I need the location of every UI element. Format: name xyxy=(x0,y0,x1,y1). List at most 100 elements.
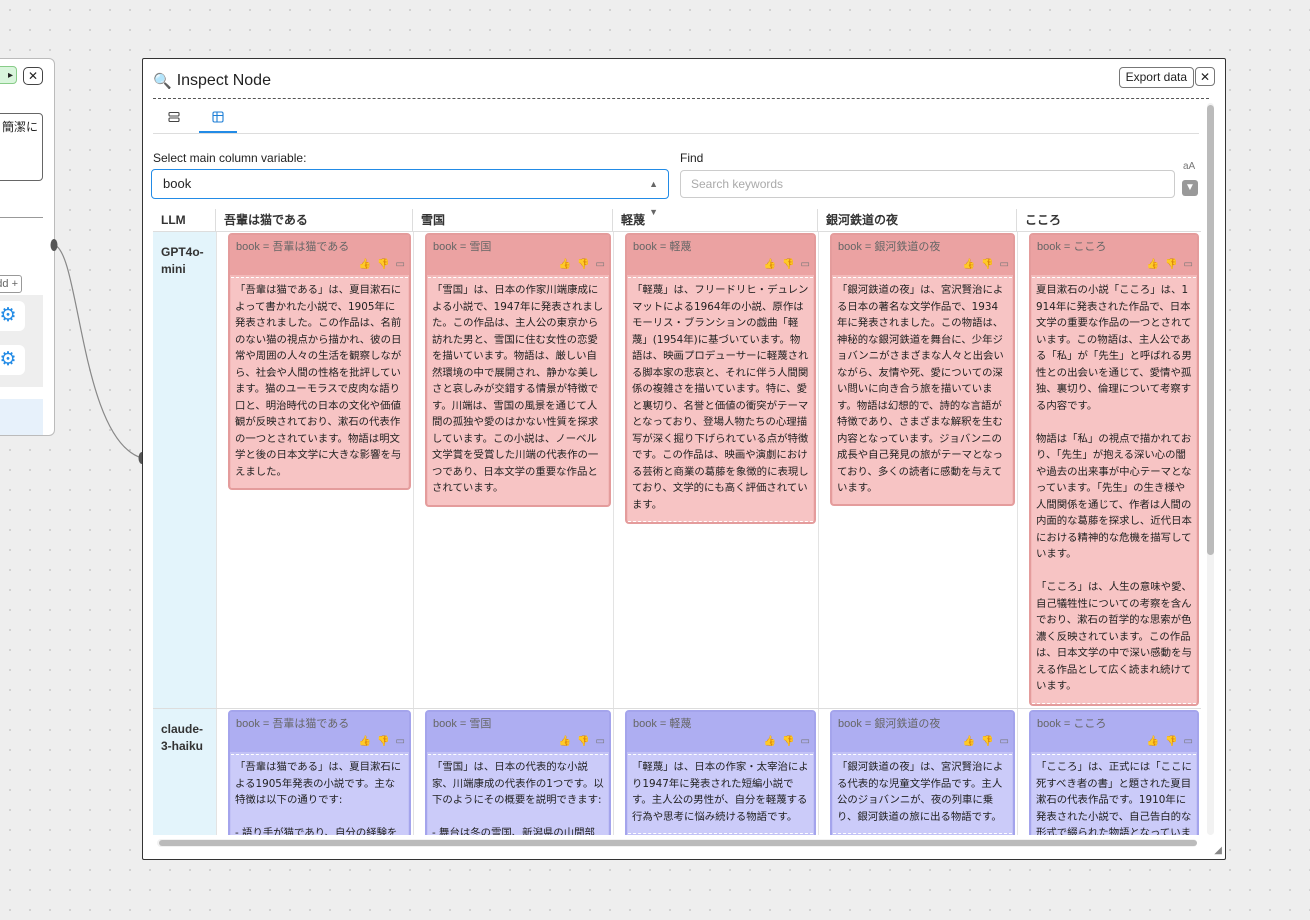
column-divider xyxy=(1017,232,1018,835)
card-variable-label: book = 銀河鉄道の夜 xyxy=(838,241,941,253)
card-header: book = 雪国 👍 👎 ▭ xyxy=(427,235,609,275)
thumbs-down-icon[interactable]: 👎 xyxy=(1165,736,1177,747)
column-divider xyxy=(613,232,614,835)
thumbs-up-icon[interactable]: 👍 xyxy=(963,736,975,747)
magnifier-icon: 🔍 xyxy=(153,73,172,90)
thumbs-down-icon[interactable]: 👎 xyxy=(981,736,993,747)
inspect-modal: 🔍 Inspect Node Export data ✕ Select main… xyxy=(142,58,1226,860)
response-text: 「雪国」は、日本の作家川端康成による小説で、1947年に発表されました。この作品… xyxy=(428,277,608,505)
find-label: Find xyxy=(680,151,704,165)
response-text: 夏目漱石の小説「こころ」は、1914年に発表された作品で、日本文学の重要な作品の… xyxy=(1032,277,1196,704)
thumbs-up-icon[interactable]: 👍 xyxy=(359,259,371,270)
response-card: book = こころ 👍 👎 ▭ 「こころ」は、正式には「ここに死すべき者の書」と題され… xyxy=(1029,710,1199,835)
thumbs-down-icon[interactable]: 👎 xyxy=(782,259,794,270)
response-card: book = 雪国 👍 👎 ▭ 「雪国」は、日本の代表的な小説家、川端康成の代表作の1つ… xyxy=(425,710,611,835)
filter-icon[interactable]: ▼ xyxy=(1182,180,1198,196)
comment-icon[interactable]: ▭ xyxy=(596,259,605,270)
match-case-icon[interactable]: aA xyxy=(1183,161,1195,172)
column-header: 銀河鉄道の夜 xyxy=(818,209,1017,231)
comment-icon[interactable]: ▭ xyxy=(396,259,405,270)
card-variable-label: book = 銀河鉄道の夜 xyxy=(838,718,941,730)
close-button[interactable]: ✕ xyxy=(1195,67,1215,86)
thumbs-down-icon[interactable]: 👎 xyxy=(377,736,389,747)
comment-icon[interactable]: ▭ xyxy=(1184,736,1193,747)
card-actions: 👍 👎 ▭ xyxy=(559,736,605,747)
card-header: book = 雪国 👍 👎 ▭ xyxy=(427,712,609,752)
llm-name-cell: GPT4o- mini xyxy=(153,232,216,709)
response-text: 「こころ」は、正式には「ここに死すべき者の書」と題された夏目漱石の代表作品です。… xyxy=(1032,754,1196,835)
response-card: book = こころ 👍 👎 ▭ 夏目漱石の小説「こころ」は、1914年に発表された作品… xyxy=(1029,233,1199,706)
comment-icon[interactable]: ▭ xyxy=(801,259,810,270)
thumbs-down-icon[interactable]: 👎 xyxy=(577,736,589,747)
card-actions: 👍 👎 ▭ xyxy=(764,736,810,747)
response-card: book = 雪国 👍 👎 ▭ 「雪国」は、日本の作家川端康成による小説で、1947年に… xyxy=(425,233,611,507)
thumbs-up-icon[interactable]: 👍 xyxy=(963,259,975,270)
card-variable-label: book = こころ xyxy=(1037,241,1107,253)
row-divider xyxy=(153,708,1201,709)
view-tabs xyxy=(153,103,1199,134)
thumbs-down-icon[interactable]: 👎 xyxy=(782,736,794,747)
comment-icon[interactable]: ▭ xyxy=(801,736,810,747)
thumbs-up-icon[interactable]: 👍 xyxy=(1147,736,1159,747)
thumbs-up-icon[interactable]: 👍 xyxy=(359,736,371,747)
card-actions: 👍 👎 ▭ xyxy=(359,259,405,270)
card-header: book = 吾輩は猫である 👍 👎 ▭ xyxy=(230,712,409,752)
thumbs-up-icon[interactable]: 👍 xyxy=(764,736,776,747)
card-actions: 👍 👎 ▭ xyxy=(359,736,405,747)
thumbs-up-icon[interactable]: 👍 xyxy=(559,736,571,747)
column-header: 軽蔑 xyxy=(613,209,818,231)
comment-icon[interactable]: ▭ xyxy=(1184,259,1193,270)
export-data-button[interactable]: Export data xyxy=(1118,67,1194,88)
column-header: こころ xyxy=(1025,213,1062,227)
card-header: book = 銀河鉄道の夜 👍 👎 ▭ xyxy=(832,235,1013,275)
comment-icon[interactable]: ▭ xyxy=(396,736,405,747)
header-divider xyxy=(153,231,1201,232)
card-variable-label: book = 軽蔑 xyxy=(633,241,692,253)
card-actions: 👍 👎 ▭ xyxy=(963,736,1009,747)
response-card: book = 吾輩は猫である 👍 👎 ▭ 「吾輩は猫である」は、夏目漱石による1905年… xyxy=(228,710,411,835)
tab-table-view[interactable] xyxy=(199,107,237,133)
thumbs-up-icon[interactable]: 👍 xyxy=(559,259,571,270)
tab-list-view[interactable] xyxy=(155,107,193,131)
column-header: 吾輩は猫である xyxy=(216,209,413,231)
card-header: book = 銀河鉄道の夜 👍 👎 ▭ xyxy=(832,712,1013,752)
response-table: LLM 吾輩は猫である 雪国 軽蔑 銀河鉄道の夜 こころ GPT4o- mini book =… xyxy=(153,209,1201,835)
search-input[interactable] xyxy=(680,170,1175,198)
resize-handle[interactable]: ◢ xyxy=(1214,845,1222,856)
column-divider xyxy=(216,232,217,835)
thumbs-up-icon[interactable]: 👍 xyxy=(1147,259,1159,270)
thumbs-down-icon[interactable]: 👎 xyxy=(577,259,589,270)
column-divider xyxy=(818,232,819,835)
response-card: book = 軽蔑 👍 👎 ▭ 「軽蔑」は、日本の作家・太宰治により1947年に発表され… xyxy=(625,710,816,835)
column-variable-select[interactable]: book ▲ ▼ xyxy=(151,169,669,217)
response-card: book = 軽蔑 👍 👎 ▭ 「軽蔑」は、フリードリヒ・デュレンマットによる1964年… xyxy=(625,233,816,524)
thumbs-down-icon[interactable]: 👎 xyxy=(1165,259,1177,270)
response-text: 「銀河鉄道の夜」は、宮沢賢治による日本の著名な文学作品で、1934年に発表されま… xyxy=(833,277,1012,504)
thumbs-down-icon[interactable]: 👎 xyxy=(981,259,993,270)
table-layout-icon xyxy=(212,111,224,123)
card-header: book = こころ 👍 👎 ▭ xyxy=(1031,235,1197,275)
comment-icon[interactable]: ▭ xyxy=(596,736,605,747)
card-header: book = 軽蔑 👍 👎 ▭ xyxy=(627,712,814,752)
thumbs-down-icon[interactable]: 👎 xyxy=(377,259,389,270)
select-column-label: Select main column variable: xyxy=(153,151,307,165)
vertical-scroll-thumb[interactable] xyxy=(1207,105,1214,555)
comment-icon[interactable]: ▭ xyxy=(1000,736,1009,747)
card-variable-label: book = 軽蔑 xyxy=(633,718,692,730)
list-layout-icon xyxy=(168,111,180,123)
card-variable-label: book = 吾輩は猫である xyxy=(236,241,350,253)
response-text: 「銀河鉄道の夜」は、宮沢賢治による代表的な児童文学作品です。主人公のジョバンニが… xyxy=(833,754,1012,834)
output-handle[interactable] xyxy=(50,239,58,251)
horizontal-scroll-thumb[interactable] xyxy=(159,840,1197,846)
card-actions: 👍 👎 ▭ xyxy=(764,259,810,270)
connection-wire xyxy=(50,239,146,464)
column-divider xyxy=(413,232,414,835)
card-actions: 👍 👎 ▭ xyxy=(559,259,605,270)
thumbs-up-icon[interactable]: 👍 xyxy=(764,259,776,270)
comment-icon[interactable]: ▭ xyxy=(1000,259,1009,270)
response-text: 「吾輩は猫である」は、夏目漱石による1905年発表の小説です。主な特徴は以下の通… xyxy=(231,754,408,835)
card-header: book = こころ 👍 👎 ▭ xyxy=(1031,712,1197,752)
card-variable-label: book = こころ xyxy=(1037,718,1107,730)
response-card: book = 吾輩は猫である 👍 👎 ▭ 「吾輩は猫である」は、夏目漱石によって書かれた… xyxy=(228,233,411,490)
response-text: 「軽蔑」は、日本の作家・太宰治により1947年に発表された短編小説です。主人公の… xyxy=(628,754,813,834)
